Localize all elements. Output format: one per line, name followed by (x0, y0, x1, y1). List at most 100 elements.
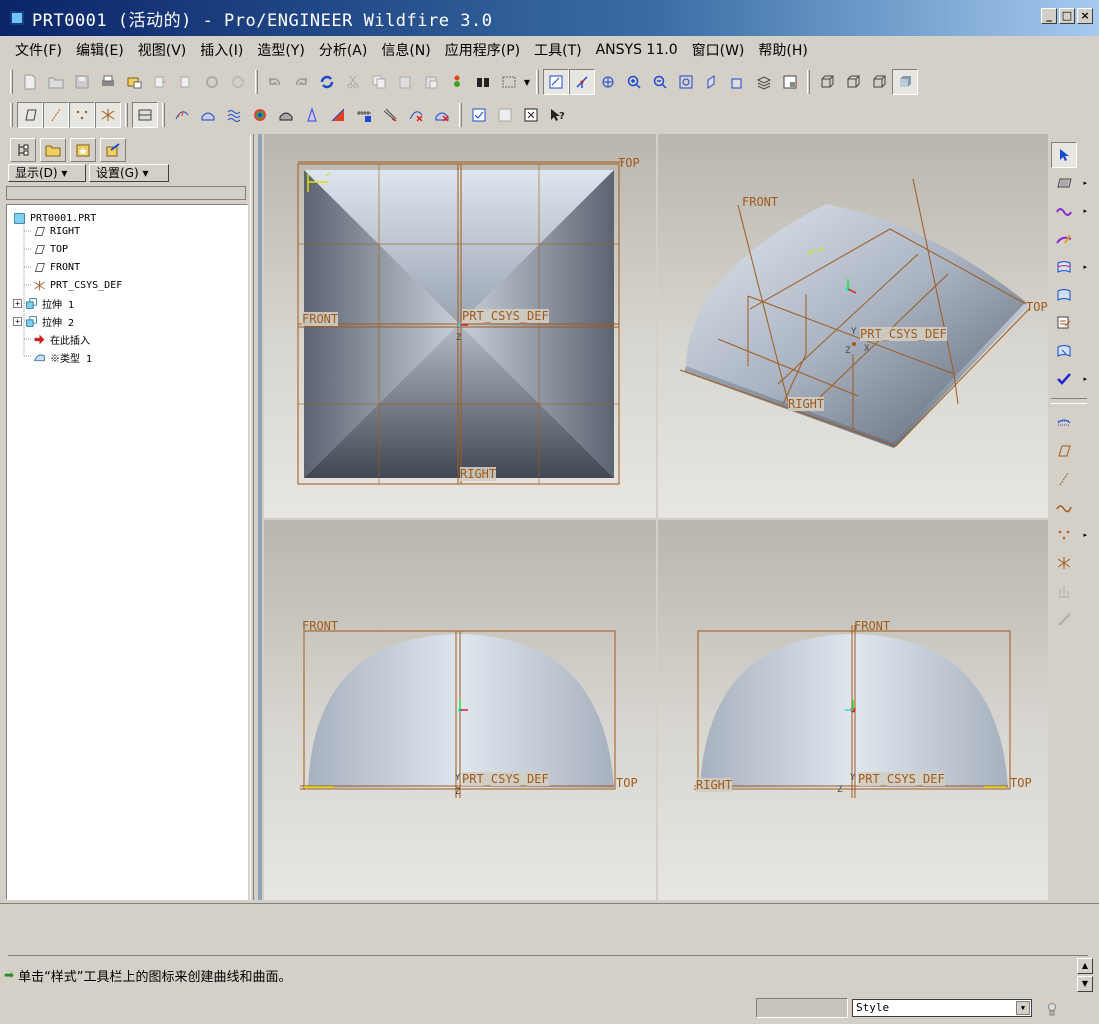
undo-button[interactable] (262, 69, 288, 95)
view-frame-button[interactable] (132, 102, 158, 128)
datum-curve-tool-button[interactable] (1051, 494, 1077, 520)
find-button[interactable] (470, 69, 496, 95)
set-active-plane-button[interactable]: ▸ (1051, 170, 1087, 196)
menu-style[interactable]: 造型(Y) (250, 40, 311, 60)
confirm-style-button[interactable] (466, 102, 492, 128)
tree-item-extrude-1[interactable]: + 拉伸 1 (13, 294, 74, 312)
menu-tools[interactable]: 工具(T) (527, 40, 588, 60)
datum-axes-toggle[interactable] (43, 102, 69, 128)
curve-analysis-button[interactable] (169, 102, 195, 128)
viewport-front[interactable]: FRONT PRT_CSYS_DEF TOP Y Z (264, 520, 656, 900)
repaint-button[interactable] (543, 69, 569, 95)
no-hidden-button[interactable] (866, 69, 892, 95)
create-curve-button[interactable]: ▸ (1051, 198, 1087, 224)
shaded-curvature-button[interactable] (247, 102, 273, 128)
select-dropdown[interactable]: ▼ (522, 69, 532, 95)
shading-button[interactable] (892, 69, 918, 95)
menu-analysis[interactable]: 分析(A) (312, 40, 375, 60)
offset-analysis-button[interactable] (351, 102, 377, 128)
favorites-tab[interactable] (70, 138, 96, 162)
tree-item-right[interactable]: RIGHT (33, 222, 80, 240)
expand-toggle[interactable]: + (13, 316, 22, 326)
regenerate-model-button[interactable] (314, 69, 340, 95)
create-surface-button[interactable]: ▸ (1051, 254, 1087, 280)
refit-button[interactable] (673, 69, 699, 95)
sketch-tool-button[interactable] (1051, 410, 1077, 436)
zoom-out-button[interactable] (647, 69, 673, 95)
minimize-button[interactable]: _ (1041, 8, 1057, 24)
edit-surface-button[interactable] (1051, 338, 1077, 364)
copy-file-button[interactable] (173, 69, 199, 95)
viewport-side[interactable]: FRONT RIGHT PRT_CSYS_DEF TOP Y Z (658, 520, 1048, 900)
save-button[interactable] (69, 69, 95, 95)
menu-view[interactable]: 视图(V) (131, 40, 194, 60)
csys-tool-button[interactable] (1051, 550, 1077, 576)
datum-points-toggle[interactable] (69, 102, 95, 128)
viewport-isometric[interactable]: FRONT TOP PRT_CSYS_DEF RIGHT Y Z X (658, 134, 1048, 518)
maximize-button[interactable]: □ (1059, 8, 1075, 24)
menu-info[interactable]: 信息(N) (374, 40, 437, 60)
open-file-button[interactable] (43, 69, 69, 95)
zoom-in-button[interactable] (621, 69, 647, 95)
tree-item-top[interactable]: TOP (33, 240, 68, 258)
edit-curve-button[interactable] (1051, 226, 1077, 252)
message-scrollbar[interactable]: ▲ ▼ (1077, 958, 1093, 994)
draft-analysis-button[interactable] (273, 102, 299, 128)
expand-toggle[interactable]: + (13, 298, 22, 308)
model-tree-tab[interactable] (10, 138, 36, 162)
tree-item-front[interactable]: FRONT (33, 258, 80, 276)
menu-window[interactable]: 窗口(W) (685, 40, 752, 60)
erase-button[interactable] (225, 69, 251, 95)
pause-style-button[interactable] (492, 102, 518, 128)
reorient-button[interactable] (699, 69, 725, 95)
delete-curve-analysis-button[interactable] (403, 102, 429, 128)
menu-file[interactable]: 文件(F) (8, 40, 69, 60)
menu-applications[interactable]: 应用程序(P) (438, 40, 527, 60)
menu-edit[interactable]: 编辑(E) (69, 40, 131, 60)
datum-axis-tool-button[interactable] (1051, 466, 1077, 492)
delete-surface-analysis-button[interactable] (429, 102, 455, 128)
filter-dropdown-arrow[interactable]: ▼ (1016, 1001, 1030, 1015)
tree-display-button[interactable]: 显示(D) ▾ (8, 164, 86, 182)
reflection-button[interactable] (221, 102, 247, 128)
layers-button[interactable] (751, 69, 777, 95)
cut-button[interactable] (340, 69, 366, 95)
tree-item-insert-here[interactable]: 在此插入 (33, 330, 90, 348)
paste-button[interactable] (392, 69, 418, 95)
done-button[interactable]: ▸ (1051, 366, 1087, 392)
close-button[interactable]: × (1077, 8, 1093, 24)
new-file-button[interactable] (17, 69, 43, 95)
menu-insert[interactable]: 插入(I) (193, 40, 250, 60)
section-analysis-button[interactable] (325, 102, 351, 128)
datum-point-tool-button[interactable]: ▸ (1051, 522, 1087, 548)
connect-surface-button[interactable] (1051, 282, 1077, 308)
view-manager-button[interactable] (777, 69, 803, 95)
send-mail-button[interactable] (121, 69, 147, 95)
connections-tab[interactable] (100, 138, 126, 162)
app-icon[interactable] (10, 11, 24, 25)
select-tool-button[interactable] (1051, 142, 1077, 168)
regen-manager-button[interactable] (444, 69, 470, 95)
hidden-line-button[interactable] (840, 69, 866, 95)
offset-tool-button[interactable] (1051, 606, 1077, 632)
cancel-style-button[interactable] (518, 102, 544, 128)
tree-search-box[interactable] (6, 186, 246, 200)
slope-analysis-button[interactable] (299, 102, 325, 128)
menu-help[interactable]: 帮助(H) (751, 40, 814, 60)
spin-center-button[interactable] (569, 69, 595, 95)
viewport-top[interactable]: TOP FRONT PRT_CSYS_DEF RIGHT Z (264, 134, 656, 518)
orient-mode-button[interactable] (595, 69, 621, 95)
folder-browser-tab[interactable] (40, 138, 66, 162)
datum-planes-toggle[interactable] (17, 102, 43, 128)
tree-item-extrude-2[interactable]: + 拉伸 2 (13, 312, 74, 330)
context-help-button[interactable]: ? (544, 102, 570, 128)
scroll-down-button[interactable]: ▼ (1077, 976, 1093, 992)
tree-settings-button[interactable]: 设置(G) ▾ (89, 164, 169, 182)
analysis-feature-button[interactable] (1051, 578, 1077, 604)
regenerate-button[interactable] (147, 69, 173, 95)
csys-toggle[interactable] (95, 102, 121, 128)
copy-button[interactable] (366, 69, 392, 95)
tree-item-style-1[interactable]: ※类型 1 (33, 348, 92, 366)
deviation-analysis-button[interactable] (377, 102, 403, 128)
select-box-button[interactable] (496, 69, 522, 95)
